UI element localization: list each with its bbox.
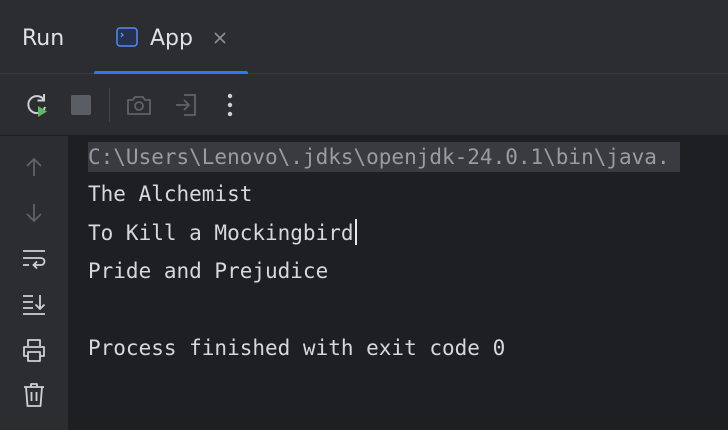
run-header: Run App — [0, 0, 728, 75]
arrow-up-icon — [26, 157, 42, 176]
more-options-button[interactable] — [215, 90, 245, 120]
run-tool-window: Run App C:\Users\Lenovo\.jdks\openjdk-24… — [0, 0, 728, 430]
rerun-button[interactable] — [22, 90, 52, 120]
previous-occurrence-button[interactable] — [19, 152, 49, 182]
console-window-icon — [116, 27, 138, 47]
stop-button[interactable] — [66, 90, 96, 120]
trash-icon — [24, 383, 44, 407]
tab-label: App — [150, 26, 193, 51]
console-output[interactable]: C:\Users\Lenovo\.jdks\openjdk-24.0.1\bin… — [68, 136, 728, 430]
run-title: Run — [22, 26, 65, 51]
tab-app[interactable]: App — [94, 0, 248, 75]
sign-in-icon — [176, 94, 196, 116]
process-exit-line: Process finished with exit code 0 — [88, 336, 506, 360]
stop-icon — [71, 95, 91, 115]
output-line: To Kill a Mockingbird — [88, 221, 354, 245]
screenshot-button[interactable] — [124, 90, 154, 120]
more-vertical-icon — [227, 93, 233, 117]
output-line: The Alchemist — [88, 182, 253, 206]
rerun-icon — [27, 94, 47, 117]
close-icon[interactable] — [212, 30, 228, 46]
arrow-down-icon — [26, 204, 42, 223]
output-line-with-caret: To Kill a Mockingbird — [88, 218, 357, 248]
text-caret — [354, 219, 357, 245]
print-icon — [23, 339, 45, 362]
print-button[interactable] — [19, 335, 49, 365]
clear-all-button[interactable] — [19, 380, 49, 410]
toolbar-separator — [109, 88, 110, 122]
camera-icon — [127, 96, 151, 115]
scroll-to-end-button[interactable] — [19, 289, 49, 319]
output-line: Pride and Prejudice — [88, 259, 329, 283]
attach-button[interactable] — [171, 90, 201, 120]
scroll-to-end-icon — [23, 295, 46, 315]
soft-wrap-button[interactable] — [19, 244, 49, 274]
console-gutter — [0, 136, 68, 430]
soft-wrap-icon — [23, 250, 46, 270]
next-occurrence-button[interactable] — [19, 198, 49, 228]
command-line: C:\Users\Lenovo\.jdks\openjdk-24.0.1\bin… — [88, 142, 680, 172]
run-toolbar — [0, 74, 728, 136]
